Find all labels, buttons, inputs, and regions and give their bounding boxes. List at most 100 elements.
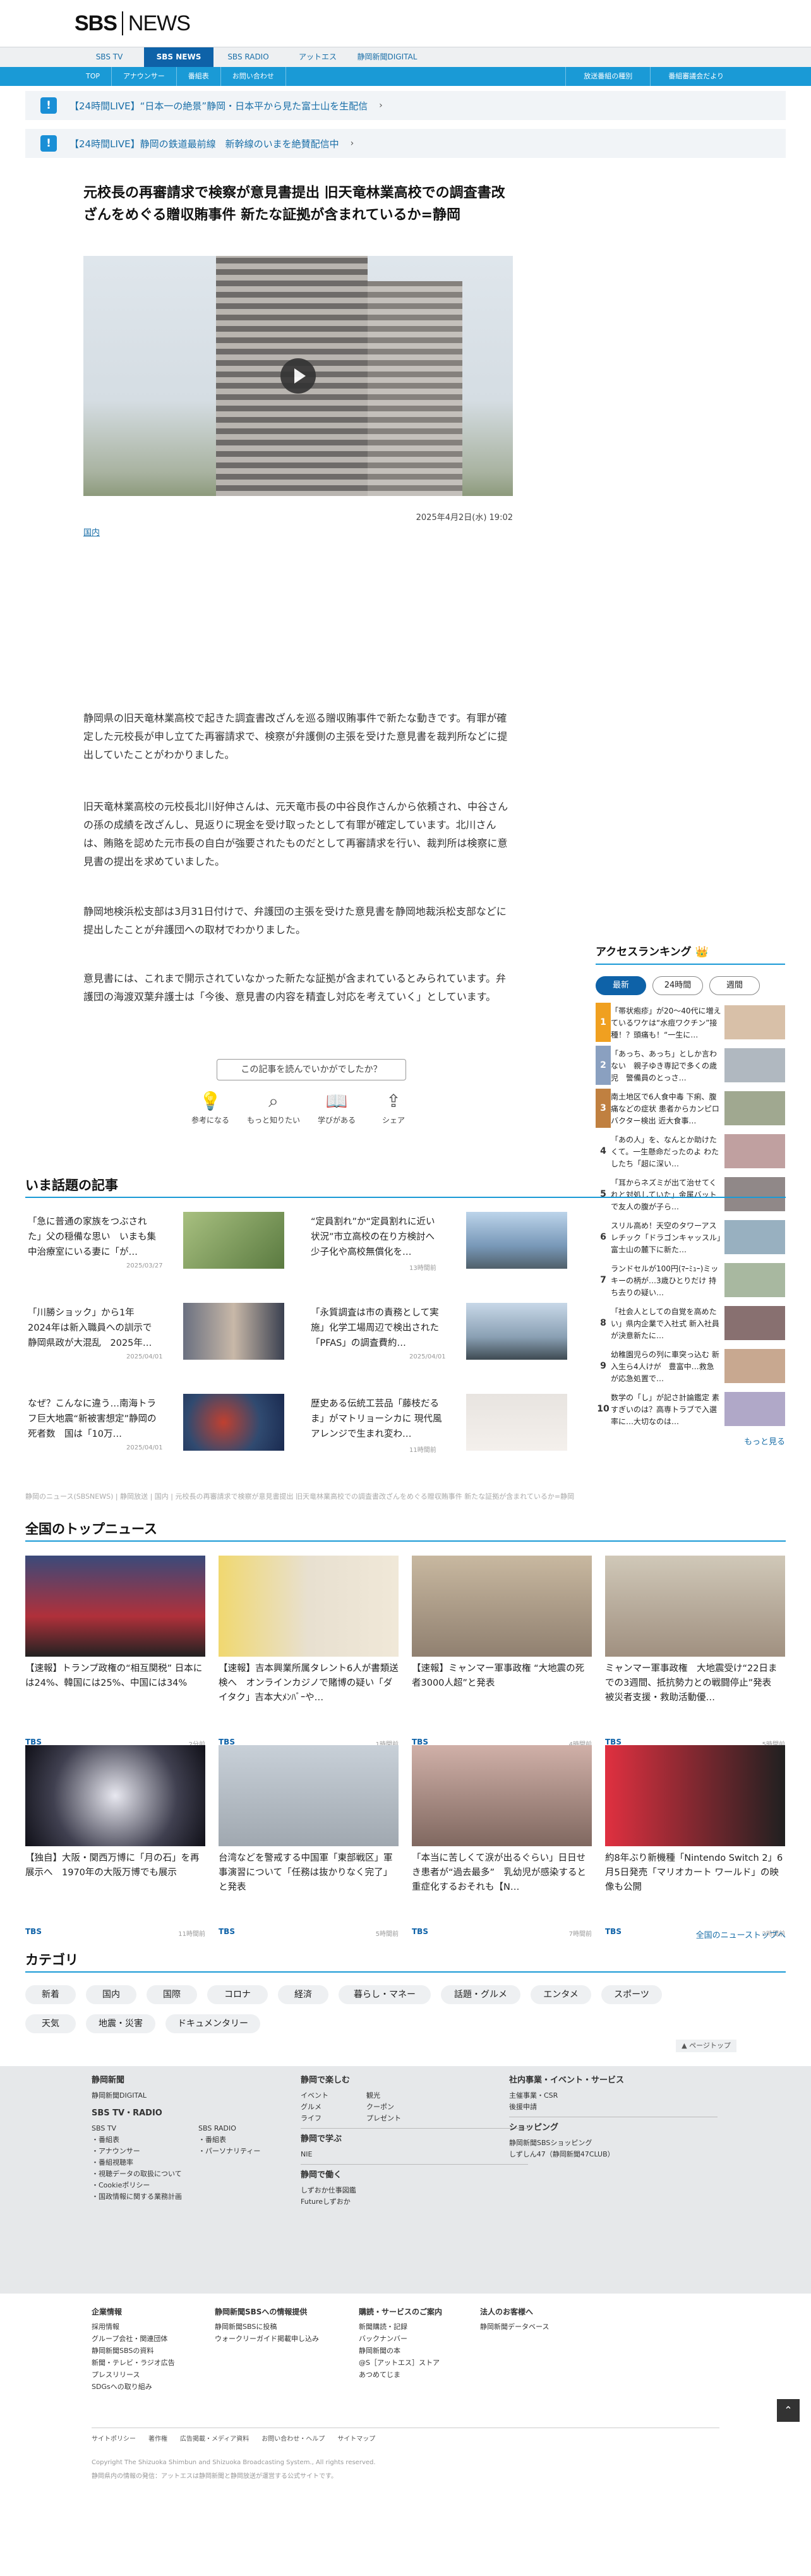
tab-24h[interactable]: 24時間	[652, 976, 703, 995]
footer-link[interactable]: プレスリリース	[92, 2369, 175, 2381]
footer-link[interactable]: お問い合わせ・ヘルプ	[261, 2433, 325, 2443]
live-banner[interactable]: ! 【24時間LIVE】静岡の鉄道最前線 新幹線のいまを絶賛配信中 ›	[25, 129, 786, 158]
nav-sbs-radio[interactable]: SBS RADIO	[213, 47, 283, 67]
footer-link[interactable]: しずおか仕事図鑑	[301, 2185, 528, 2196]
footer-link[interactable]: 新聞・テレビ・ラジオ広告	[92, 2357, 175, 2369]
footer-link[interactable]: Futureしずおか	[301, 2196, 528, 2208]
footer-link[interactable]: 静岡新聞DIGITAL	[92, 2090, 260, 2101]
share-button[interactable]: ⇪ シェア	[365, 1091, 422, 1125]
category-tag[interactable]: 暮らし・マネー	[339, 1985, 431, 2004]
footer-link[interactable]: ライフ	[301, 2113, 328, 2124]
play-icon[interactable]	[280, 358, 316, 394]
nav-sbs-news[interactable]: SBS NEWS	[144, 47, 213, 67]
footer-link[interactable]: 採用情報	[92, 2321, 175, 2333]
ranking-item[interactable]: 5 「耳からネズミが出て治せてくれと対処していた」金属バットで友人の腹が子ら…	[596, 1175, 785, 1214]
footer-link[interactable]: バックナンバー	[359, 2333, 442, 2345]
footer-link[interactable]: ・番組表	[198, 2134, 260, 2146]
news-card[interactable]: 【独自】大阪・関西万博に「月の石」を再展示へ 1970年の大阪万博でも展示 TBS…	[25, 1745, 205, 1938]
scroll-top-icon[interactable]: ⌃	[777, 2399, 800, 2422]
tab-weekly[interactable]: 週間	[709, 976, 760, 995]
footer-link[interactable]: SBS RADIO	[198, 2123, 260, 2134]
topic-item[interactable]: 「永質調査は市の責務として実施」化学工場周辺で検出された「PFAS」の調査費約……	[308, 1303, 675, 1372]
footer-link[interactable]: 静岡新聞SBSに投稿	[215, 2321, 319, 2333]
ranking-item[interactable]: 4 「あの人」を、なんとか助けたくて。一生懸命だったのよ わたしたち「超に深い…	[596, 1132, 785, 1171]
article-video[interactable]	[83, 256, 513, 496]
news-card[interactable]: ミャンマー軍事政権 大地震受け“22日までの3週間、抵抗勢力との戦闘停止”発表 …	[605, 1556, 785, 1748]
footer-link[interactable]: サイトポリシー	[92, 2433, 136, 2443]
footer-link[interactable]: プレゼント	[366, 2113, 401, 2124]
footer-link[interactable]: 静岡新聞の本	[359, 2345, 442, 2357]
news-card[interactable]: 【速報】吉本興業所属タレント6人が書類送検へ オンラインカジノで賭博の疑い「ダイ…	[219, 1556, 399, 1748]
footer-link[interactable]: 新聞購読・記録	[359, 2321, 442, 2333]
subnav-council[interactable]: 番組審議会だより	[650, 67, 742, 86]
nav-at-s[interactable]: アットエス	[283, 47, 352, 67]
topic-item[interactable]: “定員割れ”か“定員割れに近い状況”市立高校の在り方検討へ 少子化や高校無償化を…	[308, 1212, 675, 1281]
footer-link[interactable]: 後援申請	[509, 2101, 718, 2113]
feedback-learn[interactable]: 📖 学びがある	[308, 1091, 365, 1125]
footer-link[interactable]: SBS TV	[92, 2123, 182, 2134]
category-tag[interactable]: スポーツ	[601, 1985, 662, 2004]
category-tag[interactable]: 話題・グルメ	[441, 1985, 520, 2004]
footer-link[interactable]: ・番組表	[92, 2134, 182, 2146]
subnav-contact[interactable]: お問い合わせ	[221, 67, 286, 86]
footer-link[interactable]: 主催事業・CSR	[509, 2090, 718, 2101]
news-card[interactable]: 【速報】トランプ政権の“相互関税” 日本には24%、韓国には25%、中国には34…	[25, 1556, 205, 1748]
footer-link[interactable]: @S［アットエス］ストア	[359, 2357, 442, 2369]
news-card[interactable]: 「本当に苦しくて涙が出るぐらい」日日せき患者が“過去最多” 乳幼児が感染すると重…	[412, 1745, 592, 1938]
page-top-button[interactable]: ▲ ページトップ	[676, 2040, 736, 2052]
footer-link[interactable]: グルメ	[301, 2101, 328, 2113]
footer-link[interactable]: SDGsへの取り組み	[92, 2381, 175, 2393]
news-card[interactable]: 【速報】ミャンマー軍事政権 “大地震の死者3000人超”と発表TBS4時間前	[412, 1556, 592, 1748]
article-category[interactable]: 国内	[83, 526, 100, 538]
footer-link[interactable]: ・国政情報に関する業務計画	[92, 2191, 182, 2203]
sbs-news-logo[interactable]: SBS NEWS	[75, 11, 191, 35]
tab-latest[interactable]: 最新	[596, 976, 646, 995]
topic-item[interactable]: 歴史ある伝統工芸品「藤枝だるま」がマトリョーシカに 現代風アレンジで生まれ変わ……	[308, 1394, 675, 1463]
footer-link[interactable]: 著作権	[148, 2433, 167, 2443]
category-tag[interactable]: ドキュメンタリー	[165, 2014, 260, 2033]
subnav-announcer[interactable]: アナウンサー	[112, 67, 177, 86]
news-card[interactable]: 台湾などを警戒する中国軍「東部戦区」軍事演習について「任務は抜かりなく完了」と発…	[219, 1745, 399, 1938]
feedback-more[interactable]: ⌕ もっと知りたい	[245, 1091, 302, 1125]
news-card[interactable]: 約8年ぶり新機種「Nintendo Switch 2」6月5日発売「マリオカート…	[605, 1745, 785, 1938]
category-tag[interactable]: 新着	[25, 1985, 76, 2004]
topic-thumbnail	[183, 1394, 284, 1451]
ranking-item[interactable]: 1 「帯状疱疹」が20〜40代に増えているワケは“水痘ワクチン”接種！？頭痛も！“…	[596, 1003, 785, 1042]
footer-link[interactable]: クーポン	[366, 2101, 401, 2113]
footer-link[interactable]: ・Cookieポリシー	[92, 2180, 182, 2191]
footer-link[interactable]: 観光	[366, 2090, 401, 2101]
footer-link[interactable]: 静岡新聞SBSショッピング	[509, 2138, 718, 2149]
subnav-program[interactable]: 番組表	[177, 67, 221, 86]
footer-link[interactable]: ・番組視聴率	[92, 2157, 182, 2168]
subnav-program-type[interactable]: 放送番組の種別	[565, 67, 650, 86]
footer-link[interactable]: 静岡新聞SBSの資料	[92, 2345, 175, 2357]
category-tag[interactable]: 天気	[25, 2014, 76, 2033]
category-tag[interactable]: 国際	[147, 1985, 197, 2004]
footer-link[interactable]: ・視聴データの取扱について	[92, 2168, 182, 2180]
footer-link[interactable]: 広告掲載・メディア資料	[180, 2433, 249, 2443]
footer-link[interactable]: グループ会社・関連団体	[92, 2333, 175, 2345]
ranking-item[interactable]: 3 南土地区で6人食中毒 下痢、腹痛などの症状 患者からカンピロバクター検出 近大…	[596, 1089, 785, 1128]
footer-link[interactable]: ウォークリーガイド掲載申し込み	[215, 2333, 319, 2345]
footer-link[interactable]: NIE	[301, 2149, 528, 2160]
footer-link[interactable]: イベント	[301, 2090, 328, 2101]
category-tag[interactable]: エンタメ	[531, 1985, 591, 2004]
category-tag[interactable]: 国内	[86, 1985, 136, 2004]
footer-link[interactable]: しずしん47（静岡新聞47CLUB）	[509, 2149, 718, 2160]
footer-link[interactable]: 静岡新聞データベース	[480, 2321, 549, 2333]
nav-shizuoka-digital[interactable]: 静岡新聞DIGITAL	[352, 47, 422, 67]
subnav-top[interactable]: TOP	[75, 67, 112, 86]
category-tag[interactable]: 地震・災害	[86, 2014, 155, 2033]
top-news-more-link[interactable]: 全国のニューストップへ	[696, 1928, 786, 1940]
category-tag[interactable]: コロナ	[207, 1985, 268, 2004]
live-banner[interactable]: ! 【24時間LIVE】“日本一の絶景”静岡・日本平から見た富士山を生配信 ›	[25, 91, 786, 120]
footer-link[interactable]: サイトマップ	[337, 2433, 375, 2443]
category-tag[interactable]: 経済	[278, 1985, 328, 2004]
footer-link[interactable]: ・パーソナリティー	[198, 2146, 260, 2157]
ranking-text: 「あっち、あっち」としか言わない 親子ゆき専記で多くの歳児 警備員のとっさ…	[611, 1049, 718, 1082]
nav-sbs-tv[interactable]: SBS TV	[75, 47, 144, 67]
feedback-helpful[interactable]: 💡 参考になる	[182, 1091, 239, 1125]
footer-link[interactable]: あつめてじま	[359, 2369, 442, 2381]
footer-link[interactable]: ・アナウンサー	[92, 2146, 182, 2157]
ranking-item[interactable]: 2 「あっち、あっち」としか言わない 親子ゆき専記で多くの歳児 警備員のとっさ…	[596, 1046, 785, 1085]
